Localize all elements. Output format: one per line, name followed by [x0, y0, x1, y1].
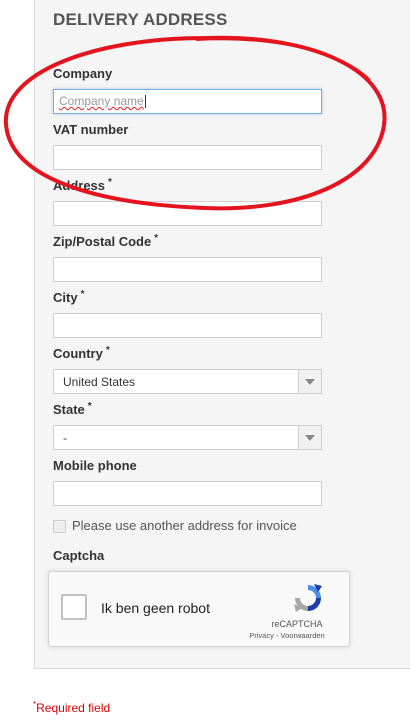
highlight-ellipse-annotation [3, 35, 387, 211]
